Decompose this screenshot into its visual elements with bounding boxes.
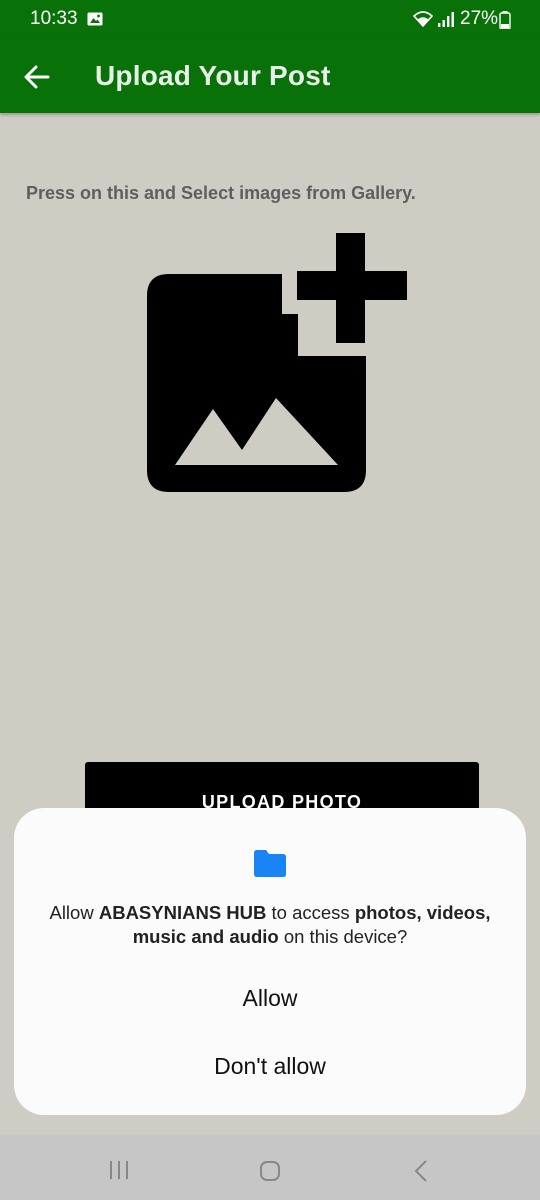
status-bar: 10:33 27%	[0, 0, 540, 38]
upload-photo-label: UPLOAD PHOTO	[201, 792, 363, 812]
wifi-icon	[413, 11, 433, 27]
permission-dialog: Allow ABASYNIANS HUB to access photos, v…	[14, 808, 526, 1115]
battery-icon	[499, 11, 511, 29]
page-title: Upload Your Post	[95, 60, 331, 91]
allow-button[interactable]: Allow	[14, 978, 526, 1018]
add-photo-icon[interactable]	[140, 230, 410, 500]
back-arrow-icon[interactable]	[22, 62, 52, 92]
dialog-message: Allow ABASYNIANS HUB to access photos, v…	[49, 902, 491, 947]
status-time: 10:33	[30, 8, 78, 29]
image-notification-icon	[87, 12, 103, 26]
app-bar: Upload Your Post	[0, 38, 540, 113]
recent-apps-icon[interactable]	[108, 1160, 130, 1180]
back-icon[interactable]	[413, 1159, 429, 1183]
navigation-bar	[0, 1134, 540, 1200]
dont-allow-button[interactable]: Don't allow	[14, 1046, 526, 1086]
signal-icon	[438, 12, 454, 27]
app-name: ABASYNIANS HUB	[98, 902, 267, 923]
folder-icon	[254, 850, 286, 877]
home-icon[interactable]	[259, 1160, 281, 1182]
battery-percent: 27%	[460, 8, 499, 29]
instruction-text: Press on this and Select images from Gal…	[26, 183, 416, 203]
